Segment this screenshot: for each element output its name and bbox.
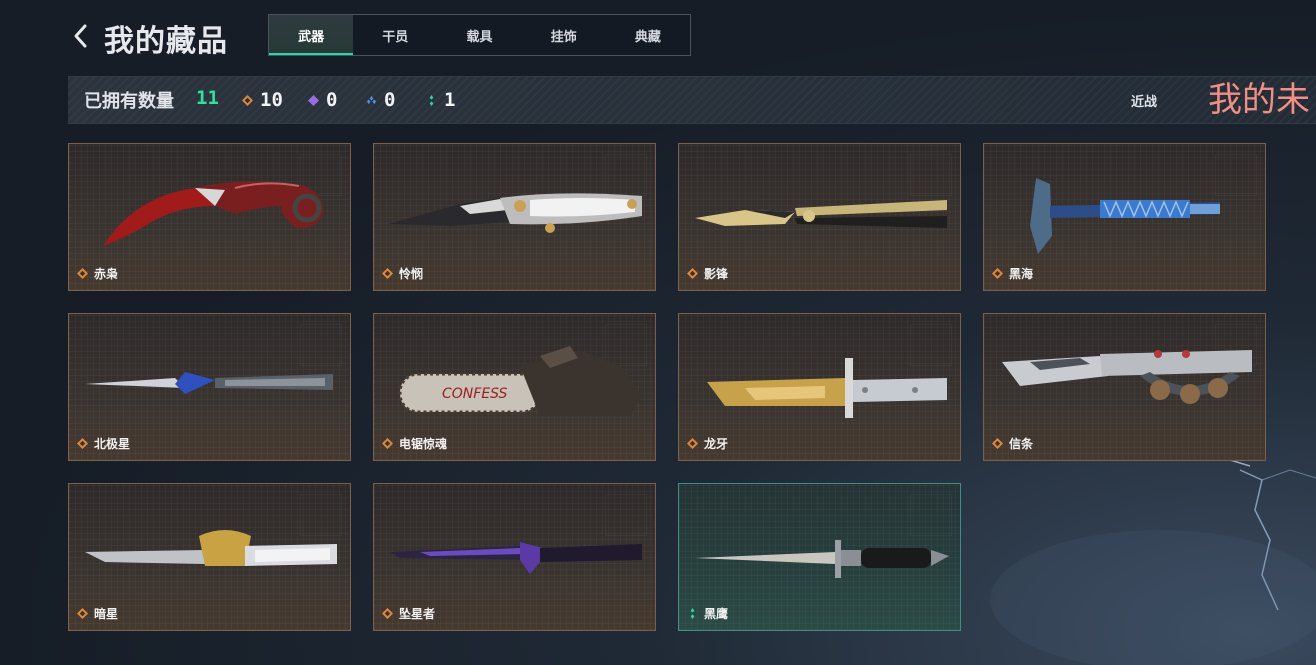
rarity-count: 10 bbox=[260, 89, 283, 111]
weapon-card[interactable]: 信条 bbox=[983, 313, 1266, 461]
purple-diamond-icon bbox=[308, 94, 319, 106]
rarity-blue-count: 0 bbox=[366, 89, 395, 111]
orange-diamond-icon bbox=[687, 438, 698, 449]
purple-dagger-icon bbox=[390, 542, 642, 574]
tab-collection[interactable]: 典藏 bbox=[606, 15, 690, 55]
card-tag: 暗星 bbox=[77, 605, 118, 622]
weapon-name: 怜悯 bbox=[399, 267, 424, 281]
rarity-green-count: 1 bbox=[426, 89, 455, 111]
weapon-card[interactable]: 影锋 bbox=[678, 143, 961, 291]
weapon-name: 龙牙 bbox=[704, 437, 729, 451]
owned-label: 已拥有数量 bbox=[84, 91, 174, 112]
rarity-count: 1 bbox=[444, 89, 456, 111]
card-tag: 坠星者 bbox=[382, 605, 435, 622]
chainsaw-icon: CONFESS bbox=[398, 346, 642, 416]
weapon-name: 黑海 bbox=[1009, 267, 1034, 281]
blue-diamond-icon bbox=[366, 95, 377, 104]
green-diamond-icon bbox=[690, 608, 695, 619]
back-chevron-icon[interactable] bbox=[70, 22, 92, 50]
card-tag: 影锋 bbox=[687, 265, 728, 282]
orange-diamond-icon bbox=[77, 608, 88, 619]
karambit-icon bbox=[103, 181, 324, 246]
butterfly-knife-icon bbox=[695, 200, 947, 228]
weapon-card[interactable]: 北极星 bbox=[68, 313, 351, 461]
weapon-name: 电锯惊魂 bbox=[399, 437, 448, 451]
tab-charms[interactable]: 挂饰 bbox=[522, 15, 606, 55]
weapon-card[interactable]: CONFESS 电锯惊魂 bbox=[373, 313, 656, 461]
tab-operators[interactable]: 干员 bbox=[353, 15, 437, 55]
orange-diamond-icon bbox=[687, 268, 698, 279]
orange-diamond-icon bbox=[242, 94, 253, 106]
green-diamond-icon bbox=[429, 94, 434, 106]
eagle-dagger-icon bbox=[85, 530, 337, 566]
tomahawk-icon bbox=[1030, 178, 1220, 254]
weapon-name: 信条 bbox=[1009, 437, 1034, 451]
rarity-purple-count: 0 bbox=[308, 89, 337, 111]
weapon-name: 黑鹰 bbox=[704, 607, 729, 621]
weapon-card[interactable]: 暗星 bbox=[68, 483, 351, 631]
card-tag: 电锯惊魂 bbox=[382, 435, 447, 452]
card-tag: 赤枭 bbox=[77, 265, 118, 282]
rarity-count: 0 bbox=[326, 89, 338, 111]
orange-diamond-icon bbox=[382, 438, 393, 449]
bowie-knife-icon bbox=[707, 358, 947, 418]
weapon-name: 北极星 bbox=[94, 437, 131, 451]
weapon-card[interactable]: 黑海 bbox=[983, 143, 1266, 291]
weapon-name: 赤枭 bbox=[94, 267, 119, 281]
card-tag: 黑海 bbox=[992, 265, 1033, 282]
ornate-blade-icon bbox=[388, 193, 642, 233]
card-tag: 信条 bbox=[992, 435, 1033, 452]
orange-diamond-icon bbox=[382, 268, 393, 279]
category-tabs: 武器 干员 载具 挂饰 典藏 bbox=[268, 14, 691, 56]
knuckle-knife-icon bbox=[1002, 350, 1252, 404]
owned-count: 11 bbox=[196, 87, 219, 109]
tab-weapons[interactable]: 武器 bbox=[269, 15, 354, 55]
orange-diamond-icon bbox=[77, 268, 88, 279]
svg-text:CONFESS: CONFESS bbox=[442, 386, 508, 402]
weapon-card[interactable]: 黑鹰 bbox=[678, 483, 961, 631]
dagger-icon bbox=[85, 372, 333, 394]
card-tag: 北极星 bbox=[77, 435, 130, 452]
weapon-card[interactable]: 赤枭 bbox=[68, 143, 351, 291]
orange-diamond-icon bbox=[77, 438, 88, 449]
orange-diamond-icon bbox=[382, 608, 393, 619]
overlay-text: 我的未 bbox=[1208, 80, 1310, 120]
card-tag: 龙牙 bbox=[687, 435, 728, 452]
weapon-card[interactable]: 坠星者 bbox=[373, 483, 656, 631]
page-title: 我的藏品 bbox=[104, 24, 228, 59]
stats-bar: 已拥有数量 11 10 0 0 1 近战 bbox=[68, 76, 1316, 124]
weapon-name: 暗星 bbox=[94, 607, 119, 621]
orange-diamond-icon bbox=[992, 438, 1003, 449]
melee-filter[interactable]: 近战 bbox=[1131, 91, 1157, 110]
card-tag: 怜悯 bbox=[382, 265, 423, 282]
combat-knife-icon bbox=[695, 540, 949, 578]
orange-diamond-icon bbox=[992, 268, 1003, 279]
weapon-name: 坠星者 bbox=[399, 607, 436, 621]
weapon-name: 影锋 bbox=[704, 267, 729, 281]
weapon-card[interactable]: 怜悯 bbox=[373, 143, 656, 291]
rarity-orange-count: 10 bbox=[242, 89, 283, 111]
weapon-card[interactable]: 龙牙 bbox=[678, 313, 961, 461]
rarity-count: 0 bbox=[384, 89, 396, 111]
tab-vehicles[interactable]: 载具 bbox=[437, 15, 521, 55]
card-tag: 黑鹰 bbox=[687, 605, 728, 622]
